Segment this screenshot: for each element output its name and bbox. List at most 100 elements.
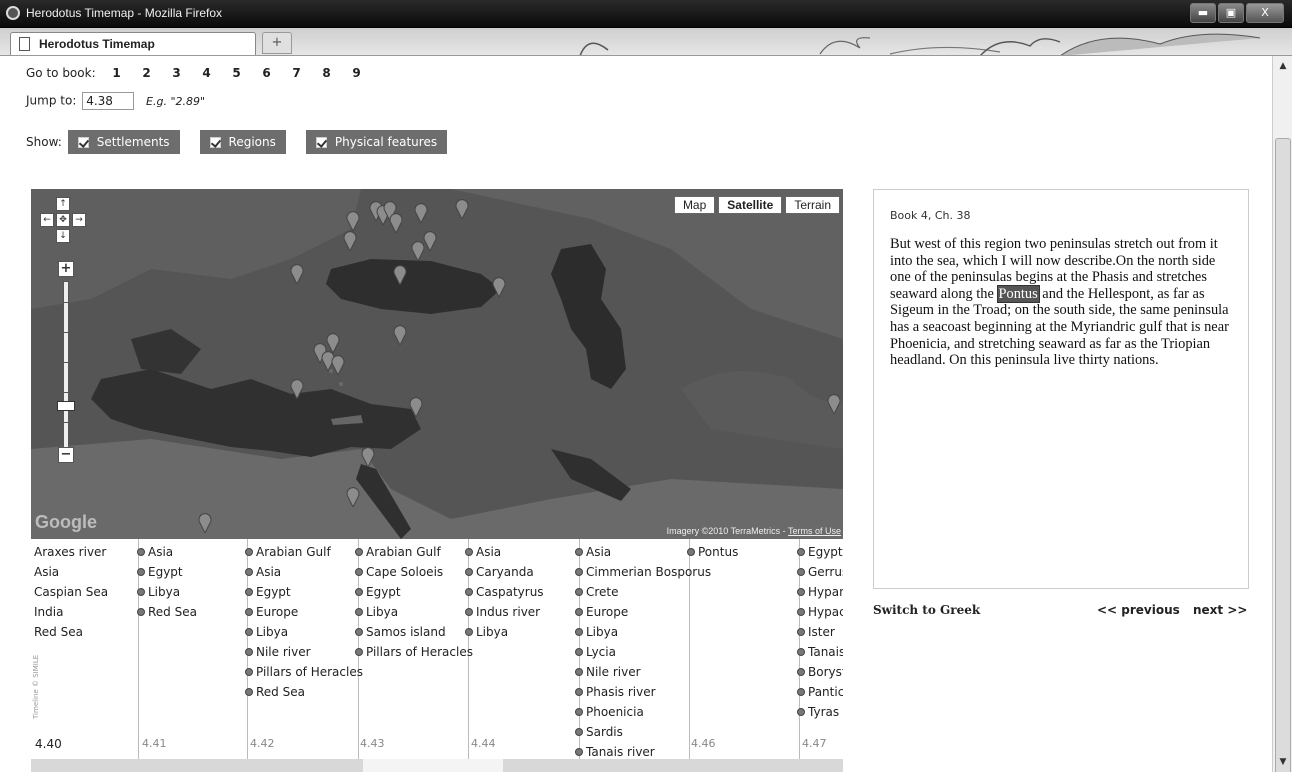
book-link-7[interactable]: 7 bbox=[282, 66, 312, 80]
satellite-map[interactable]: Map Satellite Terrain ↑ ← ✥ → ↓ + − Goog… bbox=[31, 189, 843, 539]
map-type-terrain-button[interactable]: Terrain bbox=[785, 196, 840, 214]
timeline-event[interactable]: Tyras bbox=[797, 705, 839, 719]
timeline-event[interactable]: Red Sea bbox=[31, 625, 83, 639]
timeline-event[interactable]: Arabian Gulf bbox=[355, 545, 441, 559]
timeline-event[interactable]: Samos island bbox=[355, 625, 446, 639]
scroll-up-icon[interactable]: ▲ bbox=[1273, 58, 1292, 74]
map-pin-icon[interactable] bbox=[393, 325, 407, 345]
timeline-event[interactable]: Caspatyrus bbox=[465, 585, 544, 599]
checkbox-checked-icon[interactable] bbox=[77, 136, 89, 148]
book-link-9[interactable]: 9 bbox=[342, 66, 372, 80]
timeline-event[interactable]: Red Sea bbox=[245, 685, 305, 699]
book-link-1[interactable]: 1 bbox=[102, 66, 132, 80]
vertical-scrollbar[interactable]: ▲ ▼ bbox=[1272, 56, 1292, 772]
timeline-event[interactable]: Arabian Gulf bbox=[245, 545, 331, 559]
timeline-event[interactable]: Pillars of Heracles bbox=[245, 665, 363, 679]
book-link-5[interactable]: 5 bbox=[222, 66, 252, 80]
timeline-event[interactable]: Asia bbox=[465, 545, 501, 559]
next-link[interactable]: next >> bbox=[1193, 603, 1247, 617]
map-pin-icon[interactable] bbox=[346, 211, 360, 231]
timeline-event[interactable]: Pontus bbox=[687, 545, 738, 559]
scrollbar-thumb[interactable] bbox=[1275, 138, 1291, 772]
timeline-event[interactable]: Libya bbox=[245, 625, 288, 639]
timeline-event[interactable]: Europe bbox=[245, 605, 298, 619]
timeline-event[interactable]: Ister bbox=[797, 625, 835, 639]
pan-left-icon[interactable]: ← bbox=[40, 213, 54, 227]
timeline-event[interactable]: Cape Soloeis bbox=[355, 565, 443, 579]
scroll-down-icon[interactable]: ▼ bbox=[1273, 754, 1292, 770]
map-pin-icon[interactable] bbox=[492, 277, 506, 297]
timeline-event[interactable]: Hypacyris bbox=[797, 605, 843, 619]
terms-of-use-link[interactable]: Terms of Use bbox=[788, 526, 841, 536]
timeline-event[interactable]: Lycia bbox=[575, 645, 616, 659]
timeline-event[interactable]: Sardis bbox=[575, 725, 623, 739]
map-type-satellite-button[interactable]: Satellite bbox=[718, 196, 783, 214]
timeline[interactable]: Timeline © SIMILE Araxes river Asia Caspia… bbox=[31, 539, 843, 772]
checkbox-checked-icon[interactable] bbox=[315, 136, 327, 148]
map-pin-icon[interactable] bbox=[346, 487, 360, 507]
physical-features-filter-button[interactable]: Physical features bbox=[305, 130, 448, 154]
timeline-event[interactable]: Borysthenes bbox=[797, 665, 843, 679]
zoom-slider-handle[interactable] bbox=[57, 401, 75, 411]
timeline-event[interactable]: Pillars of Heracles bbox=[355, 645, 473, 659]
zoom-slider-track[interactable] bbox=[62, 281, 70, 451]
map-pin-icon[interactable] bbox=[414, 203, 428, 223]
settlements-filter-button[interactable]: Settlements bbox=[67, 130, 180, 154]
timeline-event[interactable]: Asia bbox=[137, 545, 173, 559]
timeline-event[interactable]: Egypt bbox=[245, 585, 291, 599]
timeline-event[interactable]: Libya bbox=[465, 625, 508, 639]
timeline-event[interactable]: Europe bbox=[575, 605, 628, 619]
map-pin-icon[interactable] bbox=[411, 241, 425, 261]
timeline-event[interactable]: Indus river bbox=[465, 605, 540, 619]
timeline-event[interactable]: Tanais bbox=[797, 645, 843, 659]
timeline-event[interactable]: Panticapes bbox=[797, 685, 843, 699]
map-pin-icon[interactable] bbox=[290, 264, 304, 284]
map-pin-icon[interactable] bbox=[331, 355, 345, 375]
zoom-out-button[interactable]: − bbox=[58, 447, 74, 463]
timeline-event[interactable]: Libya bbox=[355, 605, 398, 619]
timeline-event[interactable]: Hypanis bbox=[797, 585, 843, 599]
minimize-button[interactable]: ▬ bbox=[1190, 3, 1216, 23]
zoom-in-button[interactable]: + bbox=[58, 261, 74, 277]
timeline-event[interactable]: Phasis river bbox=[575, 685, 656, 699]
timeline-event[interactable]: Nile river bbox=[575, 665, 641, 679]
timeline-event[interactable]: Cimmerian Bosporus bbox=[575, 565, 711, 579]
timeline-event[interactable]: Asia bbox=[31, 565, 59, 579]
switch-to-greek-link[interactable]: Switch to Greek bbox=[873, 603, 980, 617]
book-link-2[interactable]: 2 bbox=[132, 66, 162, 80]
close-button[interactable]: X bbox=[1246, 3, 1284, 23]
timeline-event[interactable]: Phoenicia bbox=[575, 705, 644, 719]
map-pin-icon[interactable] bbox=[423, 231, 437, 251]
book-link-3[interactable]: 3 bbox=[162, 66, 192, 80]
map-pin-icon[interactable] bbox=[827, 394, 841, 414]
book-link-4[interactable]: 4 bbox=[192, 66, 222, 80]
timeline-scale-band[interactable] bbox=[31, 759, 843, 772]
timeline-event[interactable]: Tanais river bbox=[575, 745, 655, 759]
book-link-8[interactable]: 8 bbox=[312, 66, 342, 80]
timeline-event[interactable]: Araxes river bbox=[31, 545, 106, 559]
map-pin-icon[interactable] bbox=[393, 265, 407, 285]
book-link-6[interactable]: 6 bbox=[252, 66, 282, 80]
timeline-event[interactable]: Asia bbox=[575, 545, 611, 559]
timeline-event[interactable]: Gerrus bbox=[797, 565, 843, 579]
map-pin-icon[interactable] bbox=[326, 333, 340, 353]
pan-center-icon[interactable]: ✥ bbox=[56, 213, 70, 227]
map-pin-icon[interactable] bbox=[343, 231, 357, 251]
map-pin-icon[interactable] bbox=[290, 379, 304, 399]
regions-filter-button[interactable]: Regions bbox=[199, 130, 286, 154]
tab-herodotus-timemap[interactable]: Herodotus Timemap bbox=[10, 32, 256, 55]
new-tab-button[interactable]: + bbox=[262, 32, 292, 54]
jump-to-input[interactable]: 4.38 bbox=[82, 92, 135, 110]
timeline-event[interactable]: Caryanda bbox=[465, 565, 534, 579]
timeline-event[interactable]: Egypt bbox=[797, 545, 843, 559]
timeline-event[interactable]: Red Sea bbox=[137, 605, 197, 619]
pan-up-icon[interactable]: ↑ bbox=[56, 197, 70, 211]
map-type-map-button[interactable]: Map bbox=[673, 196, 716, 214]
timeline-event[interactable]: Crete bbox=[575, 585, 619, 599]
timeline-event[interactable]: India bbox=[31, 605, 63, 619]
previous-link[interactable]: << previous bbox=[1097, 603, 1180, 617]
map-pin-icon[interactable] bbox=[361, 447, 375, 467]
map-pin-icon[interactable] bbox=[389, 213, 403, 233]
timeline-event[interactable]: Libya bbox=[137, 585, 180, 599]
map-pin-icon[interactable] bbox=[198, 513, 212, 533]
